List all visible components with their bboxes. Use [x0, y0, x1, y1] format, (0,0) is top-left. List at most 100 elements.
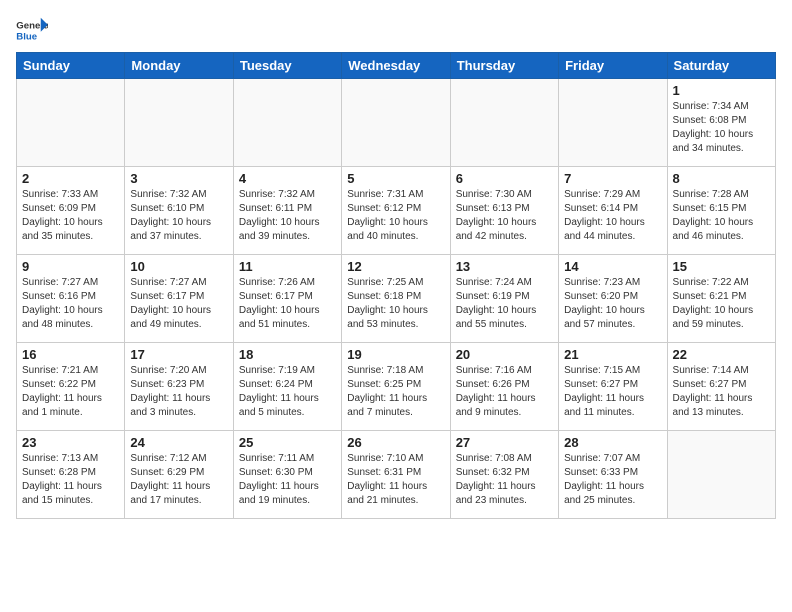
day-detail: Sunrise: 7:11 AM Sunset: 6:30 PM Dayligh…	[239, 452, 336, 508]
day-number: 28	[564, 435, 661, 450]
day-cell: 10 Sunrise: 7:27 AM Sunset: 6:17 PM Dayli…	[125, 255, 233, 343]
day-cell: 18 Sunrise: 7:19 AM Sunset: 6:24 PM Dayli…	[233, 343, 341, 431]
day-cell	[667, 431, 775, 519]
week-row-3: 9 Sunrise: 7:27 AM Sunset: 6:16 PM Daylig…	[17, 255, 776, 343]
day-detail: Sunrise: 7:21 AM Sunset: 6:22 PM Dayligh…	[22, 364, 119, 420]
day-detail: Sunrise: 7:26 AM Sunset: 6:17 PM Dayligh…	[239, 276, 336, 332]
day-number: 4	[239, 171, 336, 186]
day-number: 7	[564, 171, 661, 186]
logo: General Blue	[16, 16, 50, 44]
day-number: 3	[130, 171, 227, 186]
day-detail: Sunrise: 7:10 AM Sunset: 6:31 PM Dayligh…	[347, 452, 444, 508]
col-header-thursday: Thursday	[450, 53, 558, 79]
day-detail: Sunrise: 7:28 AM Sunset: 6:15 PM Dayligh…	[673, 188, 770, 244]
day-detail: Sunrise: 7:34 AM Sunset: 6:08 PM Dayligh…	[673, 100, 770, 156]
day-detail: Sunrise: 7:14 AM Sunset: 6:27 PM Dayligh…	[673, 364, 770, 420]
day-cell: 28Sunrise: 7:07 AM Sunset: 6:33 PM Dayli…	[559, 431, 667, 519]
day-cell: 14 Sunrise: 7:23 AM Sunset: 6:20 PM Dayli…	[559, 255, 667, 343]
day-cell: 15 Sunrise: 7:22 AM Sunset: 6:21 PM Dayli…	[667, 255, 775, 343]
day-detail: Sunrise: 7:22 AM Sunset: 6:21 PM Dayligh…	[673, 276, 770, 332]
day-detail: Sunrise: 7:32 AM Sunset: 6:10 PM Dayligh…	[130, 188, 227, 244]
day-number: 11	[239, 259, 336, 274]
day-detail: Sunrise: 7:19 AM Sunset: 6:24 PM Dayligh…	[239, 364, 336, 420]
day-number: 13	[456, 259, 553, 274]
svg-text:Blue: Blue	[16, 32, 37, 43]
day-cell: 21 Sunrise: 7:15 AM Sunset: 6:27 PM Dayli…	[559, 343, 667, 431]
day-number: 15	[673, 259, 770, 274]
day-cell: 19Sunrise: 7:18 AM Sunset: 6:25 PM Dayli…	[342, 343, 450, 431]
day-cell: 20 Sunrise: 7:16 AM Sunset: 6:26 PM Dayli…	[450, 343, 558, 431]
day-number: 24	[130, 435, 227, 450]
day-detail: Sunrise: 7:27 AM Sunset: 6:16 PM Dayligh…	[22, 276, 119, 332]
day-cell: 13 Sunrise: 7:24 AM Sunset: 6:19 PM Dayli…	[450, 255, 558, 343]
day-number: 17	[130, 347, 227, 362]
day-number: 25	[239, 435, 336, 450]
col-header-saturday: Saturday	[667, 53, 775, 79]
day-detail: Sunrise: 7:23 AM Sunset: 6:20 PM Dayligh…	[564, 276, 661, 332]
col-header-friday: Friday	[559, 53, 667, 79]
day-cell: 7 Sunrise: 7:29 AM Sunset: 6:14 PM Daylig…	[559, 167, 667, 255]
day-number: 16	[22, 347, 119, 362]
day-cell: 12 Sunrise: 7:25 AM Sunset: 6:18 PM Dayli…	[342, 255, 450, 343]
day-detail: Sunrise: 7:15 AM Sunset: 6:27 PM Dayligh…	[564, 364, 661, 420]
day-detail: Sunrise: 7:33 AM Sunset: 6:09 PM Dayligh…	[22, 188, 119, 244]
day-detail: Sunrise: 7:27 AM Sunset: 6:17 PM Dayligh…	[130, 276, 227, 332]
col-header-wednesday: Wednesday	[342, 53, 450, 79]
calendar-header-row: SundayMondayTuesdayWednesdayThursdayFrid…	[17, 53, 776, 79]
day-cell: 5 Sunrise: 7:31 AM Sunset: 6:12 PM Daylig…	[342, 167, 450, 255]
day-detail: Sunrise: 7:32 AM Sunset: 6:11 PM Dayligh…	[239, 188, 336, 244]
day-number: 21	[564, 347, 661, 362]
day-number: 12	[347, 259, 444, 274]
day-cell: 17 Sunrise: 7:20 AM Sunset: 6:23 PM Dayli…	[125, 343, 233, 431]
day-cell: 4 Sunrise: 7:32 AM Sunset: 6:11 PM Daylig…	[233, 167, 341, 255]
day-cell: 9 Sunrise: 7:27 AM Sunset: 6:16 PM Daylig…	[17, 255, 125, 343]
page-header: General Blue	[16, 16, 776, 44]
day-cell	[125, 79, 233, 167]
day-number: 26	[347, 435, 444, 450]
day-cell: 6Sunrise: 7:30 AM Sunset: 6:13 PM Daylig…	[450, 167, 558, 255]
day-cell: 3 Sunrise: 7:32 AM Sunset: 6:10 PM Daylig…	[125, 167, 233, 255]
day-detail: Sunrise: 7:25 AM Sunset: 6:18 PM Dayligh…	[347, 276, 444, 332]
day-number: 10	[130, 259, 227, 274]
day-detail: Sunrise: 7:31 AM Sunset: 6:12 PM Dayligh…	[347, 188, 444, 244]
day-number: 8	[673, 171, 770, 186]
day-detail: Sunrise: 7:12 AM Sunset: 6:29 PM Dayligh…	[130, 452, 227, 508]
day-cell: 27 Sunrise: 7:08 AM Sunset: 6:32 PM Dayli…	[450, 431, 558, 519]
day-detail: Sunrise: 7:24 AM Sunset: 6:19 PM Dayligh…	[456, 276, 553, 332]
day-number: 6	[456, 171, 553, 186]
day-cell: 22 Sunrise: 7:14 AM Sunset: 6:27 PM Dayli…	[667, 343, 775, 431]
col-header-monday: Monday	[125, 53, 233, 79]
week-row-4: 16 Sunrise: 7:21 AM Sunset: 6:22 PM Dayli…	[17, 343, 776, 431]
day-cell: 8 Sunrise: 7:28 AM Sunset: 6:15 PM Daylig…	[667, 167, 775, 255]
day-detail: Sunrise: 7:20 AM Sunset: 6:23 PM Dayligh…	[130, 364, 227, 420]
day-number: 9	[22, 259, 119, 274]
day-cell: 24 Sunrise: 7:12 AM Sunset: 6:29 PM Dayli…	[125, 431, 233, 519]
day-cell	[342, 79, 450, 167]
day-number: 23	[22, 435, 119, 450]
day-number: 20	[456, 347, 553, 362]
day-cell	[17, 79, 125, 167]
day-cell: 1Sunrise: 7:34 AM Sunset: 6:08 PM Daylig…	[667, 79, 775, 167]
day-detail: Sunrise: 7:18 AM Sunset: 6:25 PM Dayligh…	[347, 364, 444, 420]
week-row-1: 1Sunrise: 7:34 AM Sunset: 6:08 PM Daylig…	[17, 79, 776, 167]
logo-icon: General Blue	[16, 16, 48, 44]
day-detail: Sunrise: 7:08 AM Sunset: 6:32 PM Dayligh…	[456, 452, 553, 508]
calendar: SundayMondayTuesdayWednesdayThursdayFrid…	[16, 52, 776, 519]
day-cell: 23Sunrise: 7:13 AM Sunset: 6:28 PM Dayli…	[17, 431, 125, 519]
day-cell	[450, 79, 558, 167]
col-header-tuesday: Tuesday	[233, 53, 341, 79]
day-cell	[233, 79, 341, 167]
day-number: 2	[22, 171, 119, 186]
day-cell	[559, 79, 667, 167]
day-number: 14	[564, 259, 661, 274]
day-number: 22	[673, 347, 770, 362]
day-cell: 11 Sunrise: 7:26 AM Sunset: 6:17 PM Dayli…	[233, 255, 341, 343]
week-row-2: 2 Sunrise: 7:33 AM Sunset: 6:09 PM Daylig…	[17, 167, 776, 255]
day-number: 5	[347, 171, 444, 186]
day-cell: 26 Sunrise: 7:10 AM Sunset: 6:31 PM Dayli…	[342, 431, 450, 519]
day-cell: 2 Sunrise: 7:33 AM Sunset: 6:09 PM Daylig…	[17, 167, 125, 255]
day-number: 18	[239, 347, 336, 362]
day-detail: Sunrise: 7:29 AM Sunset: 6:14 PM Dayligh…	[564, 188, 661, 244]
day-detail: Sunrise: 7:16 AM Sunset: 6:26 PM Dayligh…	[456, 364, 553, 420]
day-number: 27	[456, 435, 553, 450]
